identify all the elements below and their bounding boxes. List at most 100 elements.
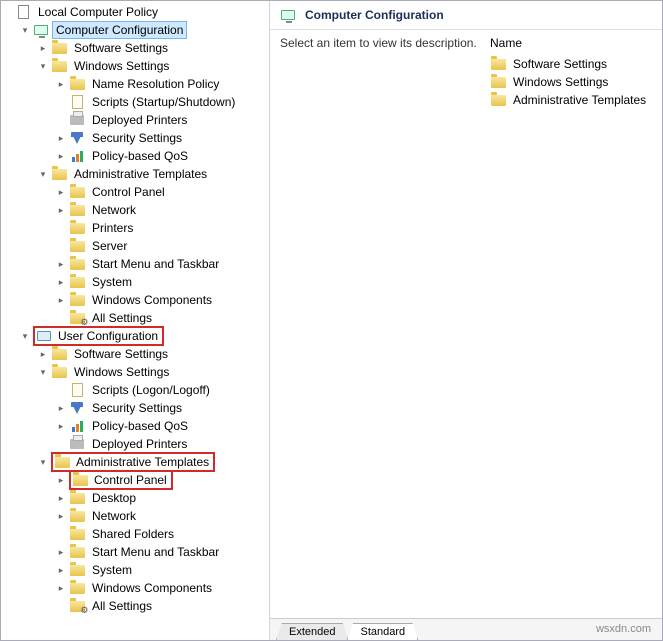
collapse-icon[interactable]: ▾: [37, 366, 49, 378]
watermark: wsxdn.com: [596, 623, 651, 635]
column-header-name[interactable]: Name: [490, 36, 652, 55]
user-computer-icon: [36, 328, 52, 344]
tab-extended[interactable]: Extended: [276, 623, 348, 640]
expand-icon[interactable]: ▸: [55, 276, 67, 288]
tree-cc-admin-templates[interactable]: ▾Administrative Templates: [1, 165, 269, 183]
node-label: All Settings: [88, 309, 156, 327]
node-label: Server: [88, 237, 131, 255]
expand-icon[interactable]: ▸: [55, 492, 67, 504]
tree-cc-qos[interactable]: ▸Policy-based QoS: [1, 147, 269, 165]
expand-icon[interactable]: ▸: [55, 402, 67, 414]
tree-cc-windows-settings[interactable]: ▾Windows Settings: [1, 57, 269, 75]
highlight-box: Control Panel: [69, 470, 173, 490]
node-label: Scripts (Startup/Shutdown): [88, 93, 239, 111]
tree-cc-software-settings[interactable]: ▸Software Settings: [1, 39, 269, 57]
tree-cc-at-server[interactable]: ▸Server: [1, 237, 269, 255]
tree-uc-at-start-menu[interactable]: ▸Start Menu and Taskbar: [1, 543, 269, 561]
expand-icon[interactable]: ▸: [55, 564, 67, 576]
tree-uc-at-shared-folders[interactable]: ▸Shared Folders: [1, 525, 269, 543]
description-column: Select an item to view its description.: [280, 36, 490, 612]
collapse-icon[interactable]: ▾: [37, 60, 49, 72]
tree-cc-scripts[interactable]: ▸Scripts (Startup/Shutdown): [1, 93, 269, 111]
folder-icon: [51, 40, 67, 56]
tree-uc-at-windows-components[interactable]: ▸ Windows Components: [1, 579, 269, 597]
node-label: Network: [88, 201, 140, 219]
folder-icon: [69, 238, 85, 254]
tab-standard[interactable]: Standard: [347, 623, 418, 640]
shield-icon: [69, 130, 85, 146]
chart-icon: [69, 418, 85, 434]
folder-icon: [51, 58, 67, 74]
expand-icon[interactable]: ▸: [55, 420, 67, 432]
tree-uc-at-system[interactable]: ▸System: [1, 561, 269, 579]
list-item[interactable]: Administrative Templates: [490, 91, 652, 109]
collapse-icon[interactable]: ▾: [37, 168, 49, 180]
node-label: Windows Settings: [70, 363, 173, 381]
tree-uc-software-settings[interactable]: ▸Software Settings: [1, 345, 269, 363]
tree-cc-nrp[interactable]: ▸Name Resolution Policy: [1, 75, 269, 93]
tree-cc-at-printers[interactable]: ▸Printers: [1, 219, 269, 237]
node-label: Local Computer Policy: [34, 3, 162, 21]
expand-icon[interactable]: ▸: [55, 582, 67, 594]
node-label: Deployed Printers: [88, 111, 191, 129]
folder-icon: [72, 472, 88, 488]
tree-cc-security-settings[interactable]: ▸Security Settings: [1, 129, 269, 147]
tree-uc-scripts[interactable]: ▸Scripts (Logon/Logoff): [1, 381, 269, 399]
expand-icon[interactable]: ▸: [55, 204, 67, 216]
tree-uc-windows-settings[interactable]: ▾ Windows Settings: [1, 363, 269, 381]
node-label: Printers: [88, 219, 137, 237]
collapse-icon[interactable]: ▾: [19, 330, 31, 342]
expand-icon[interactable]: ▸: [55, 474, 67, 486]
tree-cc-at-start-menu[interactable]: ▸ Start Menu and Taskbar: [1, 255, 269, 273]
tree-root[interactable]: ▸ Local Computer Policy: [1, 3, 269, 21]
tree-pane[interactable]: ▸ Local Computer Policy ▾ Computer Confi…: [1, 1, 270, 640]
tree-uc-admin-templates[interactable]: ▾ Administrative Templates: [1, 453, 269, 471]
expand-icon[interactable]: ▸: [55, 78, 67, 90]
tree-cc-at-windows-components[interactable]: ▸Windows Components: [1, 291, 269, 309]
tree-uc-security-settings[interactable]: ▸Security Settings: [1, 399, 269, 417]
list-item[interactable]: Windows Settings: [490, 73, 652, 91]
folder-icon: [69, 508, 85, 524]
expand-icon[interactable]: ▸: [55, 510, 67, 522]
tree-uc-at-all-settings[interactable]: ▸All Settings: [1, 597, 269, 615]
folder-icon: [51, 364, 67, 380]
tree-cc-at-all-settings[interactable]: ▸All Settings: [1, 309, 269, 327]
list-item[interactable]: Software Settings: [490, 55, 652, 73]
tree-cc-at-network[interactable]: ▸ Network: [1, 201, 269, 219]
tree-cc-at-system[interactable]: ▸System: [1, 273, 269, 291]
expand-icon[interactable]: ▸: [55, 294, 67, 306]
expand-icon[interactable]: ▸: [55, 258, 67, 270]
tree-uc-at-control-panel[interactable]: ▸ Control Panel: [1, 471, 269, 489]
tree-uc-at-network[interactable]: ▸ Network: [1, 507, 269, 525]
expand-icon[interactable]: ▸: [55, 150, 67, 162]
collapse-icon[interactable]: ▾: [37, 456, 49, 468]
expand-icon[interactable]: ▸: [55, 546, 67, 558]
node-label: Network: [88, 507, 140, 525]
tree-computer-configuration[interactable]: ▾ Computer Configuration: [1, 21, 269, 39]
computer-icon: [33, 22, 49, 38]
tree-user-configuration[interactable]: ▾ User Configuration: [1, 327, 269, 345]
tree-cc-deployed-printers[interactable]: ▸Deployed Printers: [1, 111, 269, 129]
node-label: Administrative Templates: [73, 454, 212, 470]
tree-uc-deployed-printers[interactable]: ▸Deployed Printers: [1, 435, 269, 453]
highlight-box: Administrative Templates: [51, 452, 215, 472]
node-label: Computer Configuration: [52, 21, 187, 39]
description-prompt: Select an item to view its description.: [280, 36, 477, 50]
tree-uc-qos[interactable]: ▸Policy-based QoS: [1, 417, 269, 435]
tree-uc-at-desktop[interactable]: ▸ Desktop: [1, 489, 269, 507]
node-label: Control Panel: [88, 183, 169, 201]
expand-icon[interactable]: ▸: [37, 42, 49, 54]
collapse-icon[interactable]: ▾: [19, 24, 31, 36]
expand-icon[interactable]: ▸: [37, 348, 49, 360]
expand-icon[interactable]: ▸: [55, 186, 67, 198]
folder-icon: [69, 292, 85, 308]
node-label: Start Menu and Taskbar: [88, 255, 223, 273]
node-label: Windows Components: [88, 579, 216, 597]
printer-icon: [69, 436, 85, 452]
node-label: User Configuration: [55, 328, 161, 344]
policy-tree: ▸ Local Computer Policy ▾ Computer Confi…: [1, 3, 269, 615]
expand-icon[interactable]: ▸: [55, 132, 67, 144]
node-label: Desktop: [88, 489, 140, 507]
tree-cc-at-control-panel[interactable]: ▸ Control Panel: [1, 183, 269, 201]
item-label: Software Settings: [513, 57, 607, 71]
